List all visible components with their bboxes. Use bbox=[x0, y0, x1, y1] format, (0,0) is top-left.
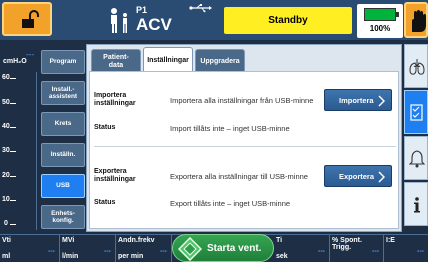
ventilation-mode: ACV bbox=[136, 15, 172, 34]
gauge-tick: 10 bbox=[2, 196, 10, 203]
checklist-button[interactable] bbox=[404, 90, 428, 134]
menu-item-device-config[interactable]: Enhets- konfig. bbox=[41, 205, 85, 229]
tab-patient-data[interactable]: Patient- data bbox=[91, 49, 141, 73]
menu-item-install-assistant[interactable]: Install.- assistent bbox=[41, 81, 85, 105]
start-ventilation-button[interactable]: Starta vent. bbox=[172, 234, 274, 262]
export-settings-label: Exportera inställningar bbox=[94, 168, 136, 184]
bell-icon bbox=[409, 150, 425, 168]
import-settings-label: Importera inställningar bbox=[94, 92, 136, 108]
menu-item-program[interactable]: Program bbox=[41, 50, 85, 74]
menu-item-settings[interactable]: Inställn. bbox=[41, 143, 85, 167]
patient-icon bbox=[111, 8, 127, 33]
alarm-settings-button[interactable] bbox=[404, 136, 428, 180]
status-bar: Standby bbox=[224, 7, 352, 34]
export-status-text: Export tillåts inte – inget USB-minne bbox=[170, 199, 291, 208]
gauge-tick: 30 bbox=[2, 147, 10, 154]
lock-button[interactable] bbox=[2, 2, 52, 36]
gauge-tick: 50 bbox=[2, 99, 10, 106]
battery-percent: 100% bbox=[369, 24, 391, 33]
top-bar: P1 ACV Standby 100% bbox=[0, 0, 428, 40]
lungs-icon bbox=[409, 59, 425, 75]
import-status-text: Import tillåts inte – inget USB-minne bbox=[170, 124, 290, 133]
param-spont-trigg[interactable]: % Spont. Trigg. --- bbox=[330, 235, 384, 262]
param-mvi[interactable]: MVi l/min --- bbox=[60, 235, 116, 262]
gauge-tick: 20 bbox=[2, 172, 10, 179]
chevron-right-icon bbox=[378, 95, 385, 107]
import-button[interactable]: Importera bbox=[324, 89, 392, 111]
menu-item-circuit[interactable]: Krets bbox=[41, 112, 85, 136]
gauge-tick: 60 bbox=[2, 74, 10, 81]
gauge-tick: 0 bbox=[4, 220, 8, 227]
import-status-label: Status bbox=[94, 124, 116, 131]
lock-open-icon bbox=[22, 10, 39, 28]
gauge-tick: 40 bbox=[2, 123, 10, 130]
param-resp-rate[interactable]: Andn.frekv per min --- bbox=[116, 235, 172, 262]
info-icon bbox=[414, 197, 420, 213]
right-toolbar bbox=[404, 44, 428, 232]
info-button[interactable] bbox=[404, 182, 428, 226]
settings-content: Importera inställningar Importera alla i… bbox=[89, 71, 399, 229]
start-ventilation-label: Starta vent. bbox=[207, 243, 262, 254]
export-button[interactable]: Exportera bbox=[324, 165, 392, 187]
battery-indicator: 100% bbox=[357, 4, 403, 38]
menu-item-usb[interactable]: USB bbox=[41, 174, 85, 198]
usb-icon bbox=[189, 4, 212, 13]
start-diamond-icon bbox=[178, 237, 202, 261]
import-description: Importera alla inställningar från USB-mi… bbox=[170, 96, 314, 105]
param-ie[interactable]: I:E --- bbox=[384, 235, 428, 262]
pressure-gauge: --- cmH₂O 60 50 40 30 20 10 0 bbox=[0, 44, 40, 232]
pressure-unit: cmH₂O bbox=[3, 58, 27, 65]
alarm-hand-icon bbox=[412, 10, 426, 32]
checklist-icon bbox=[410, 104, 423, 121]
tab-upgrade[interactable]: Uppgradera bbox=[195, 49, 245, 73]
alarm-silence-button[interactable] bbox=[404, 2, 428, 38]
usb-settings-panel: Patient- data Inställningar Uppgradera I… bbox=[86, 44, 402, 232]
tab-settings[interactable]: Inställningar bbox=[143, 47, 193, 73]
side-menu: Program Install.- assistent Krets Instäl… bbox=[41, 46, 85, 232]
export-description: Exportera alla inställningar till USB-mi… bbox=[170, 172, 308, 181]
patient-mode-label: P1 bbox=[136, 5, 148, 15]
param-ti[interactable]: Ti sek --- bbox=[274, 235, 330, 262]
battery-icon bbox=[364, 8, 396, 21]
lungs-button[interactable] bbox=[404, 44, 428, 88]
chevron-right-icon bbox=[378, 171, 385, 183]
param-vti[interactable]: Vti ml --- bbox=[0, 235, 60, 262]
pressure-value: --- bbox=[26, 50, 34, 59]
export-status-label: Status bbox=[94, 199, 116, 206]
